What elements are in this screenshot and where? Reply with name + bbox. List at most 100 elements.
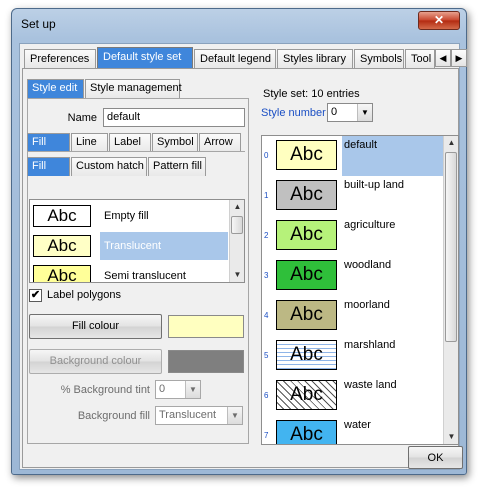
style-number: 6: [264, 391, 269, 400]
style-row[interactable]: 7 Abc water: [262, 416, 443, 444]
style-row[interactable]: 1 Abc built-up land: [262, 176, 443, 216]
fill-swatch: Abc: [33, 265, 91, 282]
tab-tool[interactable]: Tool: [405, 49, 435, 69]
style-number: 1: [264, 191, 269, 200]
style-row[interactable]: 6 Abc waste land: [262, 376, 443, 416]
scroll-thumb[interactable]: [445, 152, 457, 342]
fill-colour-button[interactable]: Fill colour: [29, 314, 162, 339]
scroll-thumb[interactable]: [231, 216, 243, 234]
tab-default-legend[interactable]: Default legend: [194, 49, 276, 69]
dialog-client: Preferences Default style set Default le…: [19, 43, 467, 470]
chevron-down-icon: ▼: [185, 381, 200, 398]
scroll-up-icon[interactable]: ▲: [444, 136, 458, 150]
fill-type-label-selected: Translucent: [100, 232, 228, 260]
background-colour-swatch[interactable]: [168, 350, 244, 373]
style-row[interactable]: 0 Abc default: [262, 136, 443, 176]
tab-fill[interactable]: Fill: [27, 133, 70, 152]
tab-arrow[interactable]: Arrow: [199, 133, 241, 152]
ok-button[interactable]: OK: [408, 446, 463, 469]
style-swatch: Abc: [276, 340, 337, 370]
fill-swatch: Abc: [33, 205, 91, 227]
default-style-set-panel: Style edit Style management Name default…: [22, 68, 459, 468]
style-name: woodland: [344, 259, 392, 271]
style-swatch: Abc: [276, 300, 337, 330]
style-number: 5: [264, 351, 269, 360]
name-input[interactable]: default: [103, 108, 245, 127]
background-tint-label: % Background tint: [60, 384, 150, 396]
style-name-selected: default: [342, 136, 443, 176]
style-number: 7: [264, 431, 269, 440]
list-item[interactable]: Abc Translucent: [30, 230, 230, 260]
tab-scroll-left-icon[interactable]: ◀: [435, 49, 451, 67]
tab-symbols[interactable]: Symbols: [354, 49, 404, 69]
style-swatch: Abc: [276, 420, 337, 444]
style-swatch: Abc: [276, 140, 337, 170]
tab-custom-hatch[interactable]: Custom hatch: [71, 157, 147, 176]
fill-type-list[interactable]: Abc Empty fill Abc Translucent Abc Semi …: [29, 199, 245, 283]
tab-preferences[interactable]: Preferences: [24, 49, 96, 69]
style-name: water: [344, 419, 371, 431]
chevron-down-icon: ▼: [357, 104, 372, 121]
list-item[interactable]: Abc Semi translucent: [30, 260, 230, 282]
background-fill-value: Translucent: [159, 409, 217, 421]
setup-dialog: Set up ✕ Preferences Default style set D…: [11, 8, 467, 475]
scroll-down-icon[interactable]: ▼: [444, 430, 458, 444]
style-number: 3: [264, 271, 269, 280]
background-colour-button[interactable]: Background colour: [29, 349, 162, 374]
label-polygons-label: Label polygons: [47, 289, 122, 301]
style-number: 2: [264, 231, 269, 240]
tab-fill-inner[interactable]: Fill: [27, 157, 70, 176]
fill-type-label: Empty fill: [104, 210, 149, 222]
tab-style-edit[interactable]: Style edit: [27, 79, 84, 98]
tab-styles-library[interactable]: Styles library: [277, 49, 353, 69]
style-row[interactable]: 5 Abc marshland: [262, 336, 443, 376]
fill-colour-swatch[interactable]: [168, 315, 244, 338]
label-polygons-checkbox[interactable]: ✔: [29, 289, 42, 302]
scroll-down-icon[interactable]: ▼: [230, 268, 244, 282]
tab-line[interactable]: Line: [71, 133, 108, 152]
style-list-scrollbar[interactable]: ▲ ▼: [443, 136, 458, 444]
style-swatch: Abc: [276, 260, 337, 290]
close-button[interactable]: ✕: [418, 11, 460, 30]
style-name: marshland: [344, 339, 396, 351]
style-number: 4: [264, 311, 269, 320]
style-name: built-up land: [344, 179, 404, 191]
scroll-up-icon[interactable]: ▲: [230, 200, 244, 214]
background-fill-label: Background fill: [77, 410, 150, 422]
tab-label[interactable]: Label: [109, 133, 151, 152]
tab-symbol[interactable]: Symbol: [152, 133, 198, 152]
background-fill-select[interactable]: Translucent ▼: [155, 406, 243, 425]
fill-type-label: Semi translucent: [104, 270, 186, 282]
style-number-value: 0: [331, 106, 338, 118]
style-name: moorland: [344, 299, 390, 311]
style-swatch: Abc: [276, 380, 337, 410]
style-edit-pane: Style edit Style management Name default…: [27, 71, 249, 444]
style-list[interactable]: 0 Abc default 1 Abc built-up land 2 Abc …: [261, 135, 459, 445]
tab-default-style-set[interactable]: Default style set: [97, 47, 193, 69]
list-item[interactable]: Abc Empty fill: [30, 200, 230, 230]
background-tint-value: 0: [159, 383, 166, 395]
fill-list-scrollbar[interactable]: ▲ ▼: [229, 200, 244, 282]
style-row[interactable]: 4 Abc moorland: [262, 296, 443, 336]
style-number: 0: [264, 151, 269, 160]
chevron-down-icon: ▼: [227, 407, 242, 424]
tab-pattern-fill[interactable]: Pattern fill: [148, 157, 206, 176]
name-label: Name: [67, 112, 97, 124]
dialog-title: Set up: [21, 17, 56, 31]
style-row[interactable]: 2 Abc agriculture: [262, 216, 443, 256]
prop-tabs-divider: [27, 151, 245, 152]
style-number-label: Style number: [261, 107, 326, 119]
fill-swatch: Abc: [33, 235, 91, 257]
style-swatch: Abc: [276, 180, 337, 210]
style-name: waste land: [344, 379, 397, 391]
style-swatch: Abc: [276, 220, 337, 250]
tab-style-management[interactable]: Style management: [85, 79, 182, 98]
style-set-pane: Style set: 10 entries Style number 0 ▼ 0…: [261, 71, 459, 445]
style-set-title: Style set: 10 entries: [263, 88, 360, 100]
style-number-select[interactable]: 0 ▼: [327, 103, 373, 122]
tab-scroll-right-icon[interactable]: ▶: [451, 49, 467, 67]
background-tint-select[interactable]: 0 ▼: [155, 380, 201, 399]
style-name: agriculture: [344, 219, 396, 231]
style-row[interactable]: 3 Abc woodland: [262, 256, 443, 296]
main-tabs: Preferences Default style set Default le…: [22, 47, 467, 69]
